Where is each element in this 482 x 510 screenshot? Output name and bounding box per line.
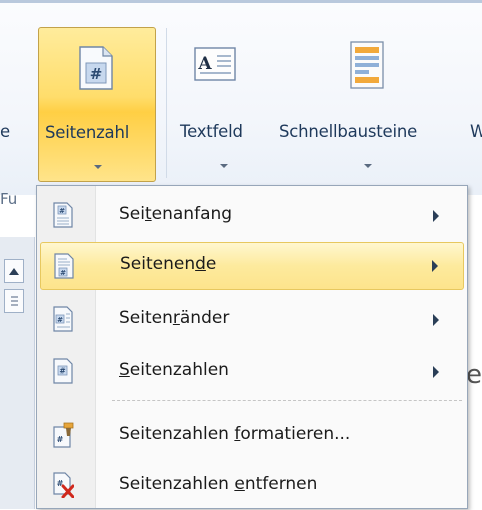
menu-item-label: Seitenränder — [119, 308, 230, 328]
menu-item-seitenzahlen-entfernen[interactable]: # Seitenzahlen entfernen — [40, 462, 464, 510]
chevron-down-icon — [220, 164, 228, 168]
svg-text:#: # — [57, 435, 64, 444]
menu-item-label: Seitenende — [120, 254, 217, 274]
menu-item-label: Seitenzahlen entfernen — [119, 474, 318, 494]
seitenzahl-label: Seitenzahl — [45, 123, 130, 142]
menu-item-seitenraender[interactable]: # Seitenränder — [40, 296, 464, 344]
cut-off-ribbon-label-right: W — [470, 122, 482, 141]
svg-text:#: # — [60, 269, 66, 277]
page-top-icon: # — [53, 202, 73, 228]
menu-item-label: Seitenanfang — [119, 204, 233, 224]
submenu-arrow-icon — [432, 260, 438, 272]
vertical-ruler — [0, 237, 35, 509]
menu-item-seitenende[interactable]: # Seitenende — [40, 242, 464, 290]
schnellbausteine-button[interactable]: Schnellbausteine — [278, 27, 464, 182]
menu-separator — [112, 400, 462, 401]
ruler-tab-icon[interactable] — [4, 259, 24, 283]
ruler-indent-icon[interactable] — [4, 289, 24, 313]
chevron-down-icon — [94, 165, 102, 169]
submenu-arrow-icon — [433, 314, 439, 326]
chevron-down-icon — [364, 164, 372, 168]
ribbon-separator — [166, 28, 167, 178]
ribbon-top-border — [0, 0, 482, 3]
svg-text:#: # — [90, 65, 103, 83]
svg-text:A: A — [197, 54, 212, 74]
textfeld-label: Textfeld — [180, 122, 243, 141]
textbox-icon: A — [194, 47, 236, 81]
seitenzahl-dropdown-menu: # Seitenanfang # Seitenende # Seitenränd… — [36, 185, 468, 509]
page-margin-icon: # — [53, 306, 73, 332]
menu-item-label: Seitenzahlen formatieren... — [119, 424, 351, 444]
svg-text:#: # — [57, 316, 63, 324]
page-number-icon: # — [79, 46, 113, 90]
remove-page-numbers-icon: # — [53, 472, 74, 498]
format-page-numbers-icon: # — [53, 422, 74, 448]
quick-parts-icon — [350, 41, 384, 89]
menu-item-seitenanfang[interactable]: # Seitenanfang — [40, 192, 464, 240]
ribbon-group-label: Fu — [0, 190, 18, 208]
submenu-arrow-icon — [433, 210, 439, 222]
ribbon: e # Seitenzahl A Textfeld Schnellbaustei… — [0, 0, 482, 208]
submenu-arrow-icon — [433, 366, 439, 378]
menu-item-seitenzahlen-formatieren[interactable]: # Seitenzahlen formatieren... — [40, 412, 464, 460]
menu-item-label: Seitenzahlen — [119, 360, 229, 380]
textfeld-button[interactable]: A Textfeld — [172, 27, 280, 182]
page-number-icon: # — [53, 358, 73, 384]
schnellbausteine-label: Schnellbausteine — [279, 122, 418, 141]
page-bottom-icon: # — [54, 253, 74, 279]
menu-item-seitenzahlen[interactable]: # Seitenzahlen — [40, 348, 464, 396]
document-text-peek: e — [466, 360, 482, 390]
svg-text:#: # — [59, 367, 65, 376]
cut-off-ribbon-label-left: e — [0, 122, 10, 141]
svg-text:#: # — [59, 207, 65, 215]
seitenzahl-button[interactable]: # Seitenzahl — [38, 27, 156, 182]
